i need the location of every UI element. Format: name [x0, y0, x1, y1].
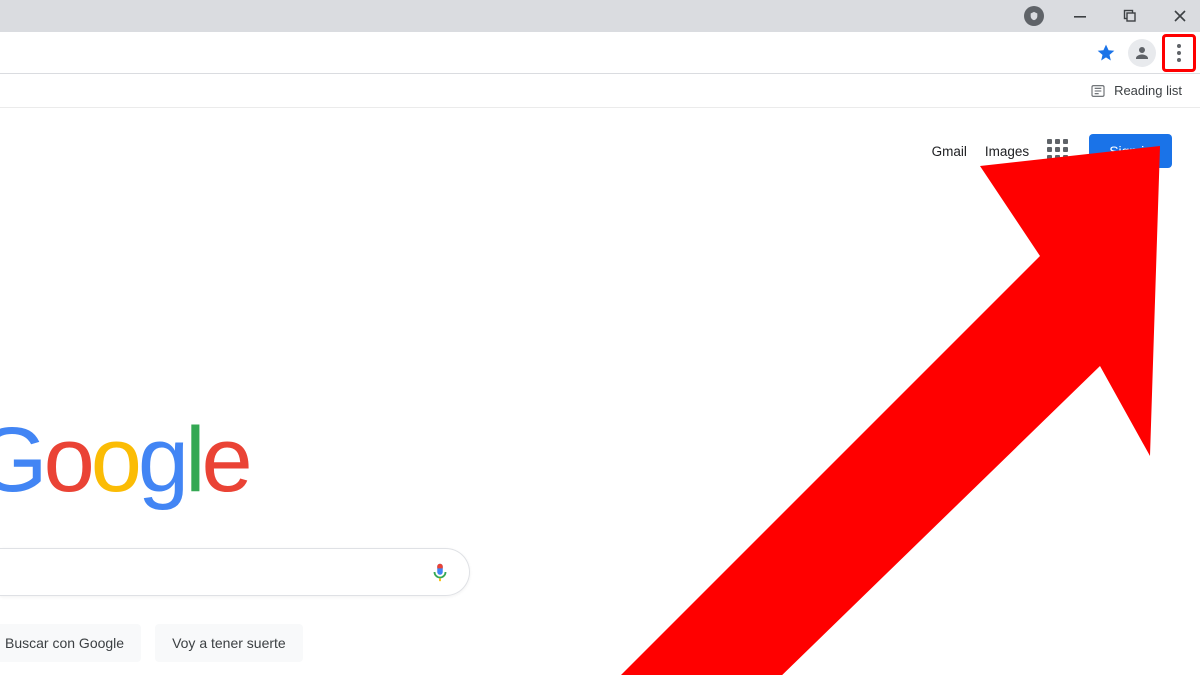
google-top-nav: Gmail Images Sign in: [932, 134, 1172, 168]
page-content: Gmail Images Sign in Google Buscar con G…: [0, 108, 1200, 675]
sign-in-button[interactable]: Sign in: [1089, 134, 1172, 168]
google-apps-icon[interactable]: [1047, 139, 1071, 163]
voice-search-icon[interactable]: [429, 561, 451, 583]
search-input[interactable]: [0, 563, 429, 581]
chrome-menu-button[interactable]: [1166, 38, 1192, 68]
search-box[interactable]: [0, 548, 470, 596]
logo-letter: o: [91, 409, 138, 511]
logo-letter: g: [138, 409, 185, 511]
window-titlebar: [0, 0, 1200, 32]
bookmarks-bar: Reading list: [0, 74, 1200, 108]
nav-link-gmail[interactable]: Gmail: [932, 144, 967, 159]
logo-letter: e: [202, 409, 249, 511]
bookmark-star-icon[interactable]: [1094, 41, 1118, 65]
extension-shield-icon[interactable]: [1024, 6, 1044, 26]
google-logo: Google: [0, 408, 249, 513]
browser-toolbar: [0, 32, 1200, 74]
vertical-dots-icon: [1177, 44, 1181, 62]
search-buttons-row: Buscar con Google Voy a tener suerte: [0, 624, 303, 662]
window-maximize-button[interactable]: [1116, 2, 1144, 30]
window-minimize-button[interactable]: [1066, 2, 1094, 30]
reading-list-label[interactable]: Reading list: [1114, 83, 1182, 98]
feeling-lucky-button[interactable]: Voy a tener suerte: [155, 624, 303, 662]
logo-letter: o: [44, 409, 91, 511]
annotation-arrow-icon: [540, 116, 1200, 675]
window-close-button[interactable]: [1166, 2, 1194, 30]
reading-list-icon: [1090, 83, 1106, 99]
google-search-button[interactable]: Buscar con Google: [0, 624, 141, 662]
logo-letter: G: [0, 409, 44, 511]
logo-letter: l: [185, 409, 201, 511]
nav-link-images[interactable]: Images: [985, 144, 1029, 159]
profile-avatar-button[interactable]: [1128, 39, 1156, 67]
